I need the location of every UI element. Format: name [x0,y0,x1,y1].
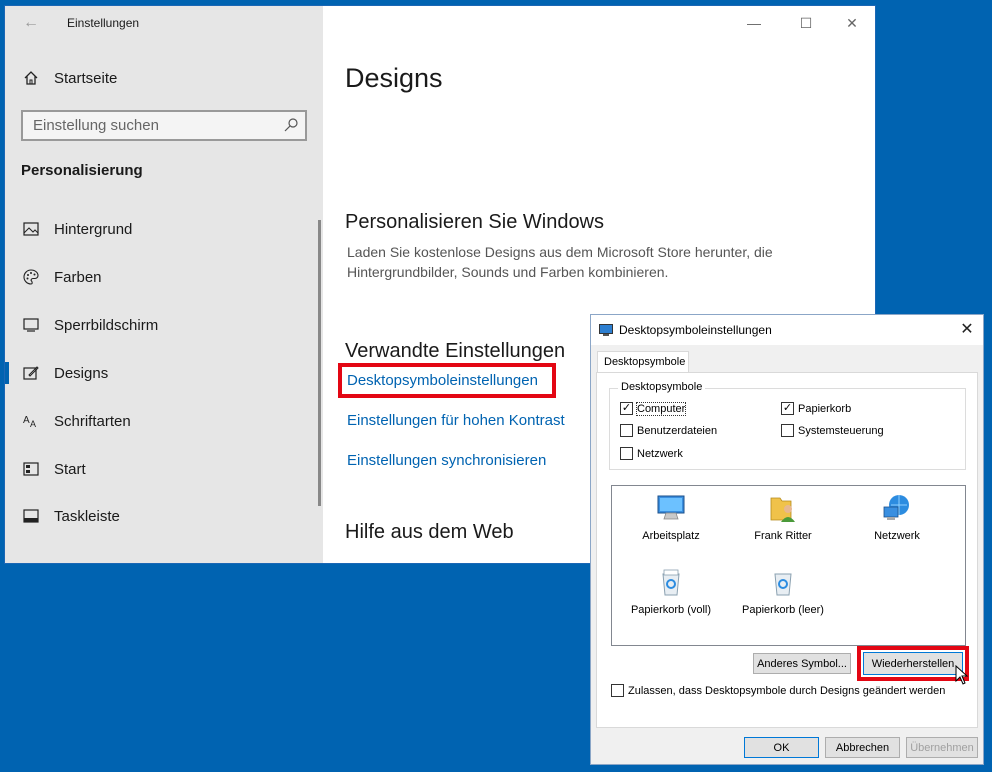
palette-icon [22,268,40,286]
icon-label: Frank Ritter [754,530,812,542]
personalize-heading: Personalisieren Sie Windows [345,211,605,233]
close-icon[interactable]: ✕ [835,12,869,34]
computer-checkbox[interactable]: ✓ Computer [620,401,687,416]
restore-default-button[interactable]: Wiederherstellen [863,652,963,675]
unchecked-box [781,424,794,437]
personalize-description: Laden Sie kostenlose Designs aus dem Mic… [347,244,773,280]
checkbox-label: Benutzerdateien [637,424,718,437]
minimize-icon[interactable]: — [737,12,771,34]
sidebar-item-label: Farben [54,268,102,286]
unchecked-box [620,424,633,437]
search-box[interactable] [21,110,307,141]
fonts-icon: AA [22,412,40,430]
checkbox-label: Systemsteuerung [798,424,884,437]
icon-label: Papierkorb (leer) [742,604,824,616]
sidebar-item-designs[interactable]: Designs [5,353,323,393]
checkbox-label: Papierkorb [798,402,852,415]
sidebar-item-label: Taskleiste [54,507,120,525]
ok-button[interactable]: OK [744,737,819,758]
checkbox-label: Zulassen, dass Desktopsymbole durch Desi… [628,684,946,697]
group-label: Desktopsymbole [618,381,706,393]
desktop-icon-settings-link[interactable]: Desktopsymboleinstellungen [347,372,538,389]
checkbox-label: Netzwerk [637,447,683,460]
icon-label: Netzwerk [874,530,920,542]
svg-text:A: A [23,415,30,426]
tab-panel: Desktopsymbole ✓ Computer ✓ Papierkorb B… [596,372,978,728]
home-icon [22,69,40,87]
desktop-icons-group: Desktopsymbole ✓ Computer ✓ Papierkorb B… [609,381,966,470]
back-arrow-icon[interactable]: ← [21,14,41,32]
desktop-icon-settings-dialog: Desktopsymboleinstellungen ✕ Desktopsymb… [590,314,984,765]
sidebar-item-label: Sperrbildschirm [54,316,159,334]
maximize-icon[interactable]: ☐ [789,12,823,34]
sidebar-item-taskleiste[interactable]: Taskleiste [5,496,323,536]
icon-item-recycle-empty[interactable]: Papierkorb (leer) [728,566,838,616]
recycle-bin-full-icon [655,566,687,598]
sidebar-item-label: Hintergrund [54,220,133,238]
sidebar-item-schriftarten[interactable]: AA Schriftarten [5,401,323,441]
high-contrast-link[interactable]: Einstellungen für hohen Kontrast [347,412,565,429]
unchecked-box [620,447,633,460]
start-icon [22,460,40,478]
allow-themes-checkbox[interactable]: Zulassen, dass Desktopsymbole durch Desi… [611,684,945,697]
sidebar-item-label: Start [54,460,86,478]
sidebar-item-home[interactable]: Startseite [5,58,323,98]
unchecked-box [611,684,624,697]
sidebar-item-start[interactable]: Start [5,449,323,489]
sidebar-item-sperrbildschirm[interactable]: Sperrbildschirm [5,305,323,345]
help-heading: Hilfe aus dem Web [345,521,514,543]
sidebar-item-label: Schriftarten [54,412,131,430]
computer-icon [655,492,687,524]
network-checkbox[interactable]: Netzwerk [620,447,683,460]
dialog-title: Desktopsymboleinstellungen [619,323,772,337]
sidebar-item-farben[interactable]: Farben [5,257,323,297]
sidebar-scrollbar[interactable] [318,220,321,506]
title-row: ← Einstellungen [5,6,323,42]
search-input[interactable] [23,112,263,139]
app-title: Einstellungen [67,16,140,30]
designs-icon [22,364,40,382]
checkbox-label: Computer [635,401,687,416]
recycle-bin-empty-icon [767,566,799,598]
icon-item-arbeitsplatz[interactable]: Arbeitsplatz [616,492,726,542]
user-folder-icon [767,492,799,524]
related-settings-heading: Verwandte Einstellungen [345,340,566,362]
cancel-button[interactable]: Abbrechen [825,737,900,758]
control-panel-checkbox[interactable]: Systemsteuerung [781,424,884,437]
recycle-bin-checkbox[interactable]: ✓ Papierkorb [781,402,851,415]
check-icon: ✓ [781,402,794,415]
apply-button[interactable]: Übernehmen [906,737,978,758]
mouse-cursor-icon [955,664,969,685]
sidebar: ← Einstellungen Startseite Personalisier… [5,6,323,563]
section-title: Personalisierung [21,162,143,179]
page-title: Designs [345,63,443,93]
dialog-close-icon[interactable]: ✕ [957,320,977,340]
check-icon: ✓ [620,402,633,415]
user-files-checkbox[interactable]: Benutzerdateien [620,424,717,437]
change-icon-button[interactable]: Anderes Symbol... [753,653,851,674]
search-icon[interactable] [283,117,299,133]
taskbar-icon [22,507,40,525]
monitor-icon [599,323,613,336]
icon-label: Arbeitsplatz [642,530,700,542]
sidebar-item-label: Designs [54,364,109,382]
icon-list[interactable]: Arbeitsplatz Frank Ritter Netzwerk Papie… [611,485,966,646]
lock-screen-icon [22,316,40,334]
icon-label: Papierkorb (voll) [630,604,712,616]
sync-settings-link[interactable]: Einstellungen synchronisieren [347,452,546,469]
svg-text:A: A [30,419,36,429]
icon-item-user[interactable]: Frank Ritter [728,492,838,542]
sidebar-item-hintergrund[interactable]: Hintergrund [5,209,323,249]
tab-desktop-icons[interactable]: Desktopsymbole [597,351,689,373]
icon-item-recycle-full[interactable]: Papierkorb (voll) [616,566,726,616]
sidebar-item-label: Startseite [54,69,118,87]
icon-item-netzwerk[interactable]: Netzwerk [842,492,952,542]
picture-icon [22,220,40,238]
dialog-titlebar[interactable]: Desktopsymboleinstellungen ✕ [591,315,983,345]
network-icon [881,492,913,524]
